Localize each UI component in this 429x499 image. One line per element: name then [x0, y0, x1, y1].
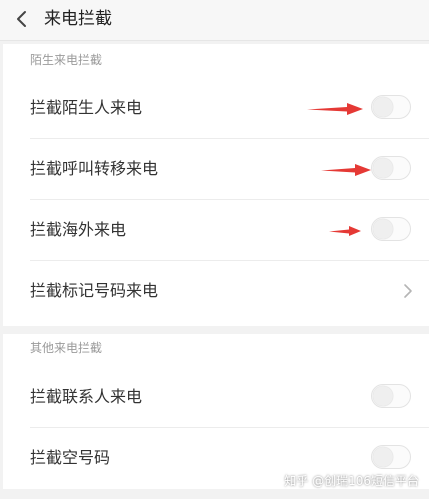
chevron-right-icon [404, 284, 412, 298]
toggle-block-forwarded[interactable] [371, 156, 411, 180]
section-stranger-calls: 陌生来电拦截 拦截陌生人来电 拦截呼叫转移来电 拦截海外来电 拦截标记号码来电 [3, 44, 429, 326]
section-label: 其他来电拦截 [30, 341, 103, 355]
toggle-knob [373, 97, 393, 117]
section-label: 陌生来电拦截 [30, 53, 103, 67]
row-block-marked[interactable]: 拦截标记号码来电 [3, 261, 429, 321]
toggle-knob [373, 386, 393, 406]
red-arrow-icon [329, 226, 361, 236]
back-chevron-icon[interactable] [12, 8, 32, 30]
watermark: 知乎 @创瑞106短信平台 [284, 474, 419, 488]
row-label: 拦截联系人来电 [30, 387, 143, 406]
header-bar: 来电拦截 [0, 0, 429, 41]
row-label: 拦截呼叫转移来电 [30, 159, 159, 178]
row-label: 拦截空号码 [30, 448, 111, 467]
toggle-block-contacts[interactable] [371, 384, 411, 408]
row-label: 拦截海外来电 [30, 220, 127, 239]
section-other-calls: 其他来电拦截 拦截联系人来电 拦截空号码 [3, 334, 429, 489]
toggle-knob [373, 158, 393, 178]
toggle-block-strangers[interactable] [371, 95, 411, 119]
row-label: 拦截标记号码来电 [30, 281, 159, 300]
row-label: 拦截陌生人来电 [30, 98, 143, 117]
toggle-block-empty-numbers[interactable] [371, 445, 411, 469]
toggle-knob [373, 219, 393, 239]
toggle-knob [373, 447, 393, 467]
row-block-strangers[interactable]: 拦截陌生人来电 [3, 78, 429, 138]
red-arrow-icon [307, 103, 363, 115]
row-block-forwarded[interactable]: 拦截呼叫转移来电 [3, 139, 429, 199]
row-block-overseas[interactable]: 拦截海外来电 [3, 200, 429, 260]
red-arrow-icon [321, 164, 371, 176]
page-title: 来电拦截 [44, 9, 112, 29]
toggle-block-overseas[interactable] [371, 217, 411, 241]
row-block-contacts[interactable]: 拦截联系人来电 [3, 367, 429, 427]
